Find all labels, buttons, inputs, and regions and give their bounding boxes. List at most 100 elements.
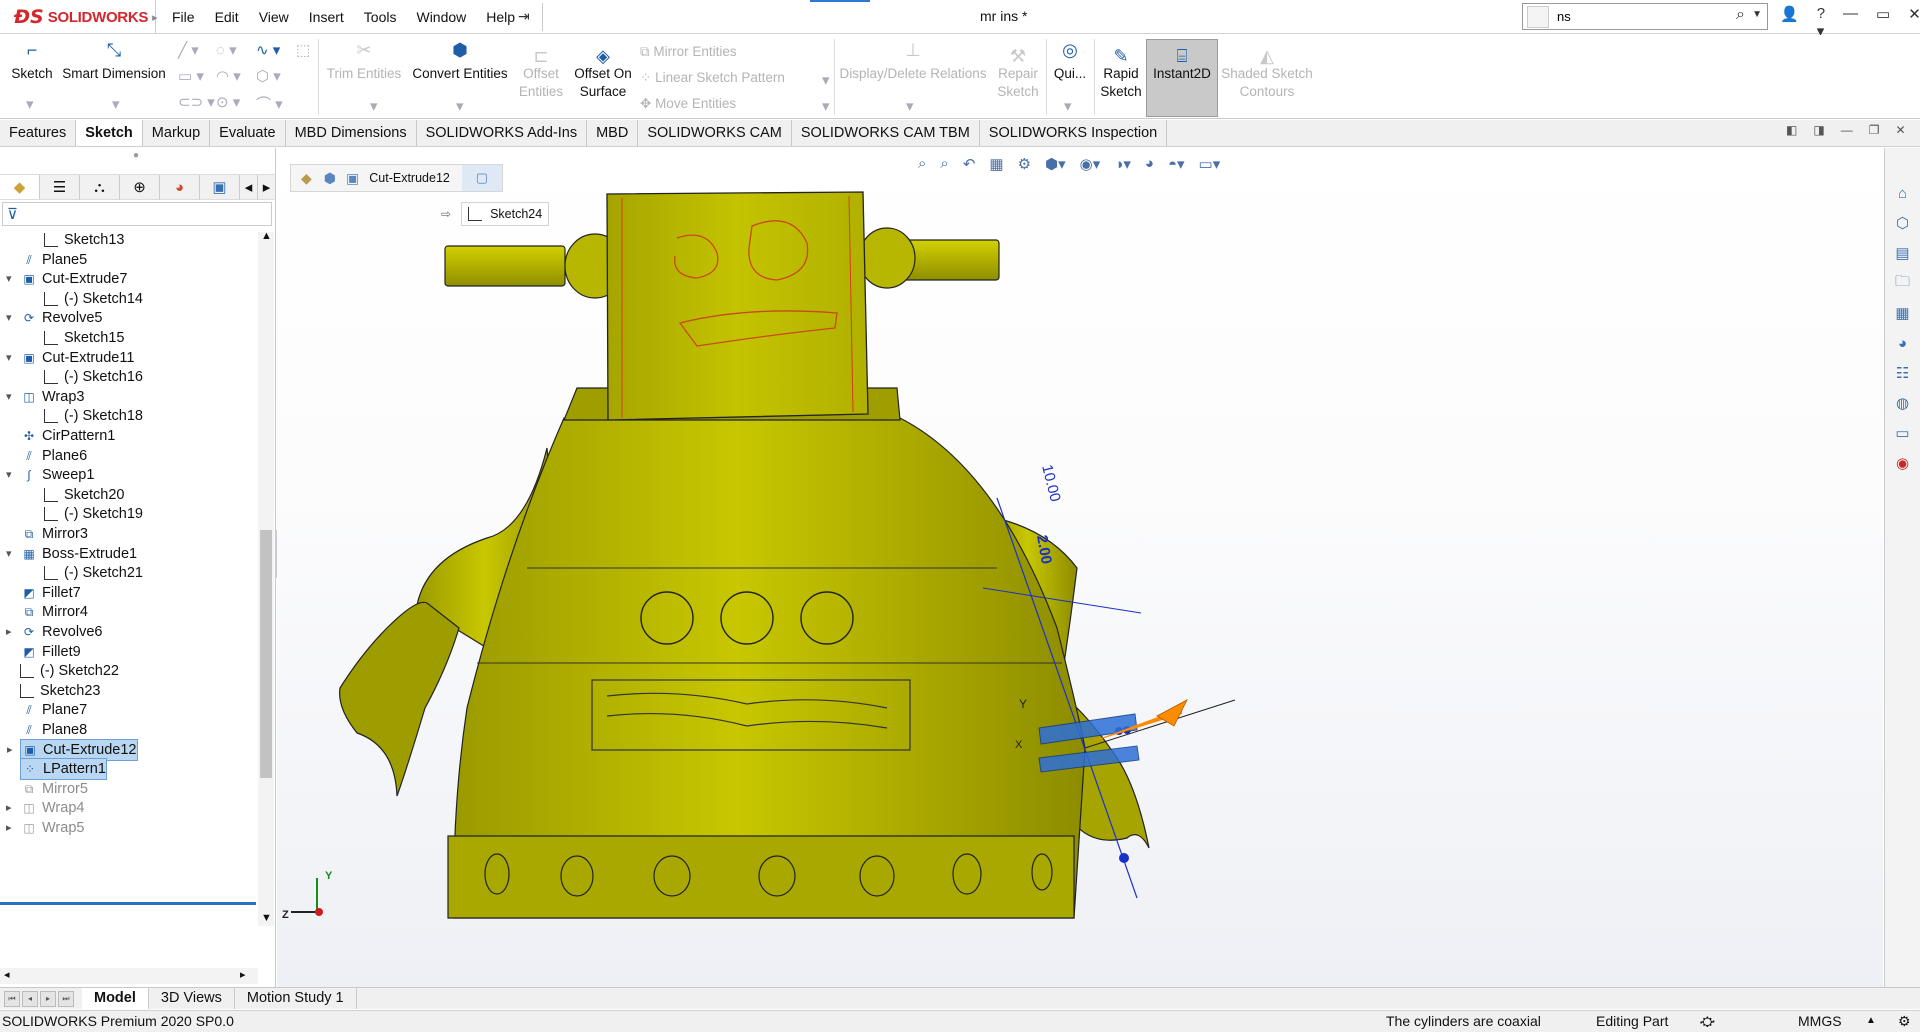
tab-sketch[interactable]: Sketch — [76, 120, 143, 146]
view-orientation-icon[interactable]: ⬢▾ — [1045, 155, 1066, 173]
property-manager-tab[interactable]: ☰ — [40, 175, 80, 199]
display-manager-tab[interactable]: ◕ — [160, 175, 200, 199]
menu-insert[interactable]: Insert — [299, 9, 354, 25]
chevron-down-icon[interactable]: ▾ — [822, 71, 830, 89]
tree-scrollbar[interactable]: ▲ ▼ — [258, 230, 274, 926]
menu-view[interactable]: View — [249, 9, 299, 25]
tab-3d-views[interactable]: 3D Views — [149, 988, 235, 1009]
tab-mbd-dimensions[interactable]: MBD Dimensions — [286, 120, 417, 146]
settings-icon[interactable]: ⚙ — [1898, 1011, 1911, 1031]
home-icon[interactable]: ⌂ — [1888, 180, 1918, 206]
menu-window[interactable]: Window — [406, 9, 476, 25]
zoom-to-fit-icon[interactable]: ⌕ — [918, 155, 926, 173]
scroll-thumb[interactable] — [260, 530, 272, 778]
panel-grip[interactable]: ● — [133, 150, 139, 161]
tab-markup[interactable]: Markup — [143, 120, 211, 146]
arc-icon[interactable]: ◠ ▾ — [216, 67, 241, 85]
convert-entities-button[interactable]: ⬢ Convert Entities — [410, 41, 510, 83]
tab-solidworks-cam[interactable]: SOLIDWORKS CAM — [638, 120, 792, 146]
close-doc-button[interactable]: ✕ — [1895, 123, 1905, 137]
offset-on-surface-button[interactable]: ◈ Offset On Surface — [570, 47, 636, 101]
chevron-right-icon[interactable]: ▸ — [7, 739, 13, 761]
shaded-sketch-contours-button[interactable]: ◭ Shaded Sketch Contours — [1220, 47, 1314, 101]
chevron-down-icon[interactable]: ▾ — [112, 95, 120, 113]
display-style-icon[interactable]: ◉▾ — [1080, 155, 1101, 173]
tab-solidworks-cam-tbm[interactable]: SOLIDWORKS CAM TBM — [792, 120, 980, 146]
tab-motion-study-1[interactable]: Motion Study 1 — [235, 988, 357, 1009]
sketch-point[interactable] — [1119, 853, 1129, 863]
text-icon[interactable]: ⌒ ▾ — [256, 93, 283, 114]
solidworks-forum-icon[interactable]: ◉ — [1888, 450, 1918, 476]
custom-properties-icon[interactable]: ☷ — [1888, 360, 1918, 386]
chevron-down-icon[interactable]: ▾ — [370, 97, 378, 115]
first-tab-icon[interactable]: ⏮ — [4, 990, 20, 1007]
chevron-down-icon[interactable]: ▾ — [6, 268, 12, 290]
feature-manager-tab[interactable]: ◆ — [0, 175, 40, 199]
view-settings-icon[interactable]: ▭▾ — [1199, 155, 1221, 173]
repair-sketch-button[interactable]: ⚒ Repair Sketch — [990, 47, 1046, 101]
tab-mbd[interactable]: MBD — [587, 120, 639, 146]
chevron-up-icon[interactable]: ▲ — [261, 230, 272, 242]
configuration-manager-tab[interactable]: ⛬ — [80, 175, 120, 199]
prev-tab-icon[interactable]: ◂ — [22, 990, 38, 1007]
pin-menu-icon[interactable]: ⇥ — [518, 8, 530, 25]
dynamic-annotation-icon[interactable]: ⚙ — [1018, 155, 1031, 173]
chevron-right-icon[interactable]: ▸ — [240, 968, 246, 981]
edit-appearance-icon[interactable]: ◕ — [1145, 155, 1154, 173]
tree-item[interactable]: ▸ ◫ Wrap5 — [6, 817, 84, 839]
chevron-down-icon[interactable]: ▾ — [1064, 97, 1072, 115]
tab-scroll-left[interactable]: ◂ — [240, 175, 258, 199]
move-entities-button[interactable]: ✥ Move Entities — [640, 95, 790, 113]
chevron-down-icon[interactable]: ▾ — [906, 97, 914, 115]
tab-scroll-right[interactable]: ▸ — [258, 175, 276, 199]
status-units[interactable]: MMGS — [1798, 1011, 1842, 1031]
display-delete-relations-button[interactable]: ⊥ Display/Delete Relations — [838, 41, 988, 83]
sketch-button[interactable]: ⌐ Sketch — [8, 41, 56, 83]
slot-icon[interactable]: ⊂⊃ ▾ — [178, 93, 215, 111]
search-input[interactable] — [1557, 9, 1707, 24]
trim-entities-button[interactable]: ✂ Trim Entities — [326, 41, 402, 83]
tab-solidworks-add-ins[interactable]: SOLIDWORKS Add-Ins — [417, 120, 588, 146]
graphics-area[interactable]: Y X 10.00 2.00 ⌕ ⌕ ↶ ▦ ⚙ ⬢▾ ◉▾ ◑▾ ◕ ◓▾ ▭… — [277, 148, 1883, 987]
tab-solidworks-inspection[interactable]: SOLIDWORKS Inspection — [980, 120, 1168, 146]
search-scope-icon[interactable] — [1527, 5, 1549, 28]
body-icon[interactable]: ⬢ — [324, 170, 336, 187]
rebuild-icon[interactable]: ⛮ — [1700, 1011, 1715, 1031]
menu-edit[interactable]: Edit — [205, 9, 249, 25]
chevron-right-icon[interactable]: ▸ — [6, 621, 12, 643]
minimize-doc-button[interactable]: — — [1841, 123, 1853, 137]
sketch-fillet-icon[interactable]: ⬚ — [296, 41, 310, 59]
resources-icon[interactable]: ⬡ — [1888, 210, 1918, 236]
breadcrumb-sketch-icon[interactable]: ▢ — [461, 165, 502, 191]
design-library-icon[interactable]: ▤ — [1888, 240, 1918, 266]
direction-arrowhead[interactable] — [1156, 699, 1188, 727]
view-palette-icon[interactable]: ▦ — [1888, 300, 1918, 326]
previous-view-icon[interactable]: ↶ — [963, 155, 976, 173]
robot-model[interactable]: Y X 10.00 2.00 — [277, 148, 1883, 987]
chevron-up-icon[interactable]: ▲ — [1866, 1011, 1876, 1031]
chevron-down-icon[interactable]: ▾ — [6, 307, 12, 329]
file-explorer-icon[interactable]: 🗀 — [1888, 270, 1918, 296]
tab-features[interactable]: Features — [0, 120, 77, 146]
polygon-icon[interactable]: ⬡ ▾ — [256, 67, 281, 85]
rectangle-icon[interactable]: ▭ ▾ — [178, 67, 204, 85]
search-icon[interactable]: ⌕ — [1736, 6, 1745, 24]
dimension-10[interactable]: 10.00 — [1038, 463, 1064, 504]
appearances-icon[interactable]: ◕ — [1888, 330, 1918, 356]
chevron-down-icon[interactable]: ▾ — [6, 543, 12, 565]
linear-sketch-pattern-button[interactable]: ⁘ Linear Sketch Pattern — [640, 69, 830, 87]
menu-file[interactable]: File — [162, 9, 205, 25]
last-tab-icon[interactable]: ⏭ — [58, 990, 74, 1007]
tree-hscrollbar[interactable]: ◂ ▸ — [0, 968, 258, 984]
line-icon[interactable]: ╱ ▾ — [178, 41, 199, 59]
breadcrumb-sketch-item[interactable]: Sketch24 — [461, 202, 550, 226]
chevron-right-icon[interactable]: ▸ — [6, 817, 12, 839]
point-icon[interactable]: ⊙ ▾ — [216, 93, 240, 111]
chevron-down-icon[interactable]: ▾ — [456, 97, 464, 115]
rollback-bar[interactable] — [0, 902, 256, 905]
next-tab-icon[interactable]: ▸ — [40, 990, 56, 1007]
mirror-entities-button[interactable]: ⧉ Mirror Entities — [640, 43, 820, 61]
restore-doc-button[interactable]: ❐ — [1869, 123, 1880, 137]
spline-icon[interactable]: ∿ ▾ — [256, 41, 280, 59]
section-view-icon[interactable]: ▦ — [989, 155, 1003, 173]
